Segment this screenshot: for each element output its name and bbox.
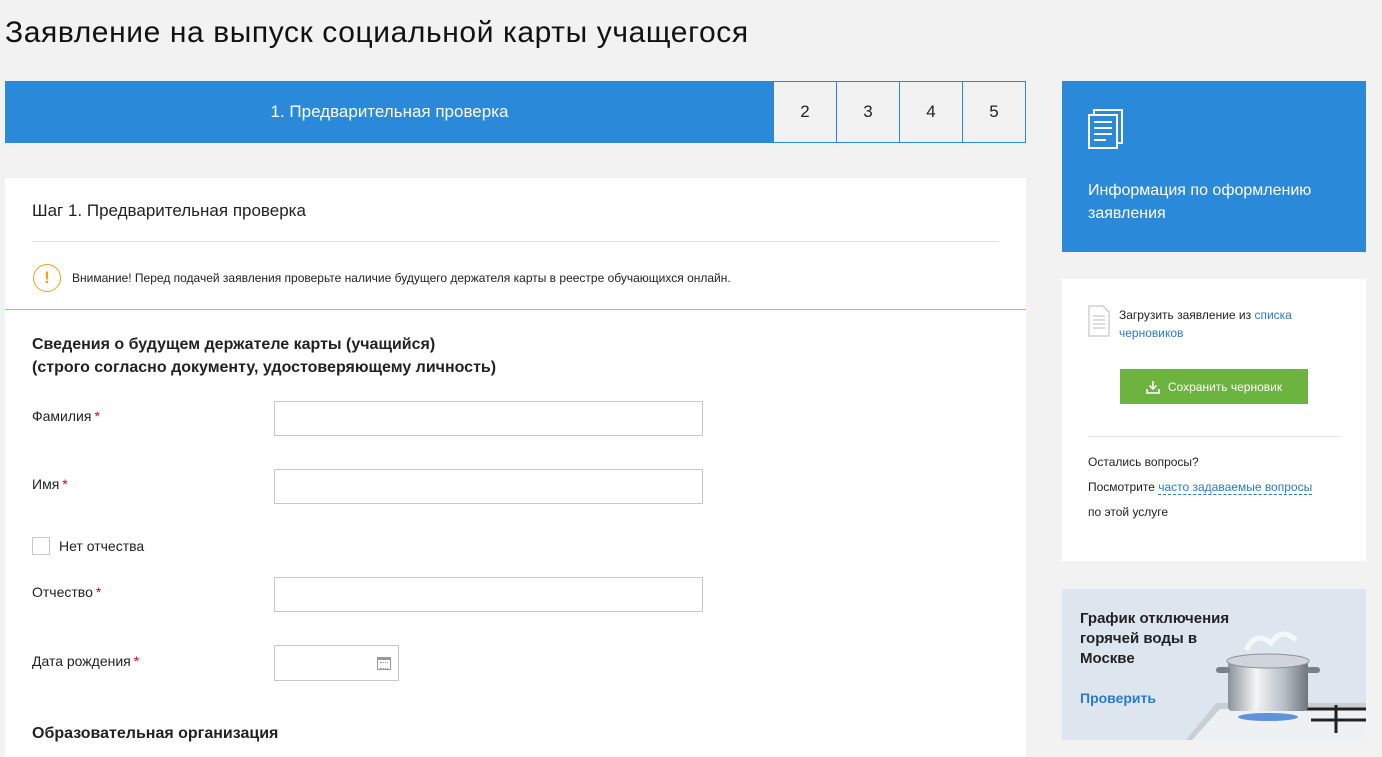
divider (32, 241, 999, 242)
patronymic-label: Отчество * (32, 584, 101, 600)
load-draft-prefix: Загрузить заявление из (1119, 308, 1255, 322)
firstname-input[interactable] (274, 469, 703, 504)
download-icon (1146, 380, 1160, 394)
page-title: Заявление на выпуск социальной карты уча… (5, 16, 749, 49)
no-patronymic-row[interactable]: Нет отчества (32, 537, 144, 555)
info-text: Информация по оформлению заявления (1088, 182, 1312, 222)
no-patronymic-checkbox[interactable] (32, 537, 50, 555)
required-mark: * (133, 653, 140, 669)
stepper: 1. Предварительная проверка 2 3 4 5 (5, 81, 1026, 143)
step-title: Шаг 1. Предварительная проверка (32, 201, 306, 220)
info-box[interactable]: Информация по оформлению заявления (1062, 81, 1366, 252)
document-icon (1088, 109, 1123, 149)
save-draft-button[interactable]: Сохранить черновик (1120, 369, 1308, 404)
patronymic-input[interactable] (274, 577, 703, 612)
firstname-label-text: Имя (32, 476, 60, 492)
birthdate-label: Дата рождения * (32, 653, 139, 669)
lastname-input[interactable] (274, 401, 703, 436)
lastname-label-text: Фамилия (32, 408, 92, 424)
patronymic-label-text: Отчество (32, 584, 93, 600)
promo-check-link[interactable]: Проверить (1080, 690, 1156, 706)
form-card: Шаг 1. Предварительная проверка ! Вниман… (5, 178, 1026, 757)
load-draft-text: Загрузить заявление из списка черновиков (1119, 306, 1339, 342)
step-3[interactable]: 3 (837, 81, 900, 143)
save-draft-label: Сохранить черновик (1167, 379, 1283, 394)
calendar-icon[interactable] (377, 657, 391, 670)
firstname-label: Имя * (32, 476, 68, 492)
faq-link[interactable]: часто задаваемые вопросы (1158, 480, 1313, 495)
required-mark: * (94, 408, 100, 424)
stove-pot-image (1186, 631, 1366, 740)
org-section-title: Образовательная организация (32, 725, 279, 742)
section-title-line1: Сведения о будущем держателе карты (учащ… (32, 336, 436, 353)
faq-prefix: Посмотрите (1088, 480, 1159, 494)
birthdate-label-text: Дата рождения (32, 653, 131, 669)
birthdate-input[interactable] (274, 645, 399, 681)
step-4[interactable]: 4 (900, 81, 963, 143)
draft-document-icon (1088, 305, 1110, 337)
section-title: Сведения о будущем держателе карты (учащ… (32, 333, 496, 379)
questions-text: Остались вопросы? (1088, 455, 1199, 469)
divider (1088, 436, 1340, 437)
hot-water-promo[interactable]: График отключения горячей воды в Москве … (1062, 589, 1366, 740)
section-title-line2: (строго согласно документу, удостоверяющ… (32, 359, 497, 376)
warning-icon: ! (33, 264, 61, 292)
faq-line: Посмотрите часто задаваемые вопросы (1088, 480, 1313, 495)
step-2[interactable]: 2 (774, 81, 837, 143)
warning-divider (5, 309, 1026, 310)
no-patronymic-label: Нет отчества (59, 538, 145, 554)
required-mark: * (62, 476, 68, 492)
step-1-active[interactable]: 1. Предварительная проверка (5, 81, 774, 143)
warning-text: Внимание! Перед подачей заявления провер… (72, 271, 731, 285)
lastname-label: Фамилия * (32, 408, 100, 424)
drafts-box: Загрузить заявление из списка черновиков… (1062, 279, 1366, 561)
step-5[interactable]: 5 (963, 81, 1026, 143)
required-mark: * (95, 584, 102, 600)
faq-suffix: по этой услуге (1088, 505, 1169, 519)
